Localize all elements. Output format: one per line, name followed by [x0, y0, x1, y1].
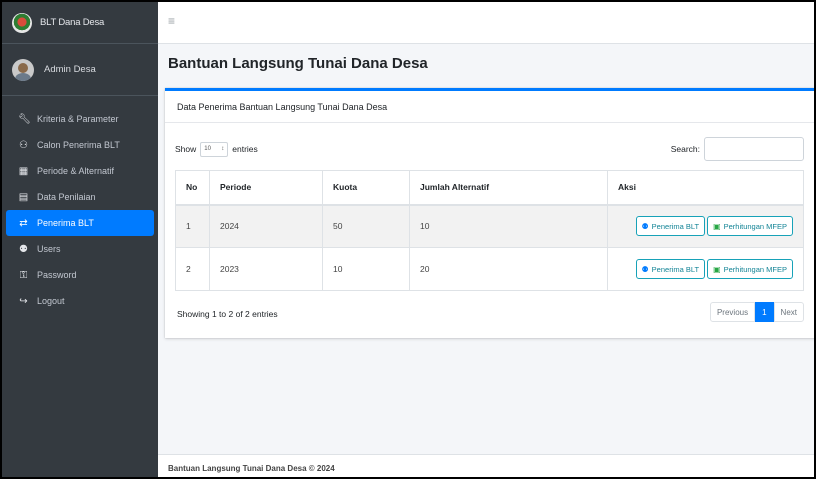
col-header-no[interactable]: No [175, 170, 210, 206]
cell-kuota: 10 [322, 247, 410, 291]
sidebar-item-data-penilaian[interactable]: ▤ Data Penilaian [6, 184, 154, 210]
cell-aksi: ⚉ Penerima BLT ▣ Perhitungan MFEP [607, 204, 804, 248]
brand-title: BLT Dana Desa [40, 17, 105, 28]
cell-periode: 2023 [209, 247, 323, 291]
wrench-icon: 🔧︎ [18, 113, 31, 125]
calculator-icon: ▣ [713, 264, 721, 274]
user-arrows-icon: ⇄ [19, 217, 28, 229]
card-header: Data Penerima Bantuan Langsung Tunai Dan… [165, 91, 814, 123]
pagination: Previous 1 Next [709, 302, 804, 322]
clipboard-icon: ▤ [18, 191, 29, 203]
entries-label: entries [232, 144, 258, 154]
users-icon: ⚉ [641, 221, 649, 231]
sidebar-item-label: Penerima BLT [37, 218, 94, 228]
button-label: Penerima BLT [651, 221, 700, 231]
penerima-blt-button[interactable]: ⚉ Penerima BLT [635, 259, 706, 279]
brand[interactable]: BLT Dana Desa [2, 2, 158, 44]
user-name: Admin Desa [44, 64, 96, 75]
select-arrows-icon: ↕ [221, 146, 225, 152]
show-label: Show [175, 144, 197, 154]
button-label: Penerima BLT [651, 264, 700, 274]
sidebar-item-users[interactable]: ⚉ Users [6, 236, 154, 262]
sidebar-item-label: Kriteria & Parameter [37, 114, 119, 124]
cell-no: 2 [175, 247, 210, 291]
users-group-icon: ⚉ [19, 243, 28, 255]
sidebar-item-kriteria[interactable]: 🔧︎ Kriteria & Parameter [6, 106, 154, 132]
cell-periode: 2024 [209, 204, 323, 248]
entries-length: Show 10 ↕ entries [175, 141, 258, 157]
sidebar-item-label: Users [37, 244, 61, 254]
button-label: Perhitungan MFEP [723, 221, 787, 231]
sidebar-item-label: Calon Penerima BLT [37, 140, 120, 150]
col-header-jumlah-alternatif[interactable]: Jumlah Alternatif [409, 170, 608, 206]
sidebar-item-label: Password [37, 270, 77, 280]
penerima-blt-button[interactable]: ⚉ Penerima BLT [635, 216, 706, 237]
perhitungan-mfep-button[interactable]: ▣ Perhitungan MFEP [707, 216, 793, 237]
entries-select[interactable]: 10 ↕ [200, 141, 229, 157]
users-icon: ⚇ [19, 139, 28, 151]
table-row: 2 2023 10 20 ⚉ Penerima BLT ▣ Perhitungan M… [175, 247, 804, 291]
avatar [12, 58, 34, 81]
sidebar-nav: 🔧︎ Kriteria & Parameter ⚇ Calon Penerima… [2, 96, 158, 314]
menu-toggle-icon[interactable]: ≡ [168, 14, 175, 28]
sidebar-item-label: Logout [37, 296, 65, 306]
calculator-icon: ▣ [713, 221, 721, 231]
col-header-aksi[interactable]: Aksi [607, 170, 804, 206]
cell-no: 1 [175, 204, 210, 248]
sidebar: BLT Dana Desa Admin Desa 🔧︎ Kriteria & P… [2, 2, 158, 477]
calendar-icon: ▦ [18, 165, 29, 177]
cell-aksi: ⚉ Penerima BLT ▣ Perhitungan MFEP [607, 247, 804, 291]
sign-out-icon: ↪ [19, 295, 28, 307]
pagination-next[interactable]: Next [773, 302, 804, 322]
col-header-kuota[interactable]: Kuota [322, 170, 410, 206]
table-controls: Show 10 ↕ entries Search: [175, 137, 804, 161]
sidebar-item-penerima-blt[interactable]: ⇄ Penerima BLT [6, 210, 154, 236]
cell-jumlah: 20 [409, 247, 608, 291]
users-icon: ⚉ [641, 264, 649, 274]
footer: Bantuan Langsung Tunai Dana Desa © 2024 [158, 454, 814, 477]
sidebar-item-label: Periode & Alternatif [37, 166, 115, 176]
table-row: 1 2024 50 10 ⚉ Penerima BLT ▣ Perhitungan M… [175, 204, 804, 248]
page-title: Bantuan Langsung Tunai Dana Desa [168, 55, 428, 72]
user-panel[interactable]: Admin Desa [2, 44, 158, 96]
entries-value: 10 [204, 146, 211, 152]
perhitungan-mfep-button[interactable]: ▣ Perhitungan MFEP [707, 259, 793, 279]
brand-logo [12, 12, 32, 33]
key-icon: ⚿ [19, 269, 28, 281]
footer-text: Bantuan Langsung Tunai Dana Desa © 2024 [168, 463, 335, 473]
penerima-table: No Periode Kuota Jumlah Alternatif Aksi … [175, 170, 804, 291]
sidebar-item-logout[interactable]: ↪ Logout [6, 288, 154, 314]
cell-jumlah: 10 [409, 204, 608, 248]
search-label: Search: [670, 144, 700, 154]
table-header-row: No Periode Kuota Jumlah Alternatif Aksi [175, 170, 804, 206]
button-label: Perhitungan MFEP [723, 264, 787, 274]
sidebar-item-password[interactable]: ⚿ Password [6, 262, 154, 288]
search-input[interactable] [704, 137, 804, 161]
sidebar-item-label: Data Penilaian [37, 192, 96, 202]
table-info: Showing 1 to 2 of 2 entries [177, 309, 278, 319]
sidebar-item-periode[interactable]: ▦ Periode & Alternatif [6, 158, 154, 184]
table-search: Search: [671, 137, 804, 161]
cell-kuota: 50 [322, 204, 410, 248]
top-navbar: ≡ [158, 2, 814, 44]
pagination-previous[interactable]: Previous [709, 302, 756, 322]
data-card: Data Penerima Bantuan Langsung Tunai Dan… [165, 88, 814, 338]
sidebar-item-calon-penerima[interactable]: ⚇ Calon Penerima BLT [6, 132, 154, 158]
col-header-periode[interactable]: Periode [209, 170, 323, 206]
app-frame: BLT Dana Desa Admin Desa 🔧︎ Kriteria & P… [0, 0, 816, 479]
pagination-page-1[interactable]: 1 [755, 302, 774, 322]
